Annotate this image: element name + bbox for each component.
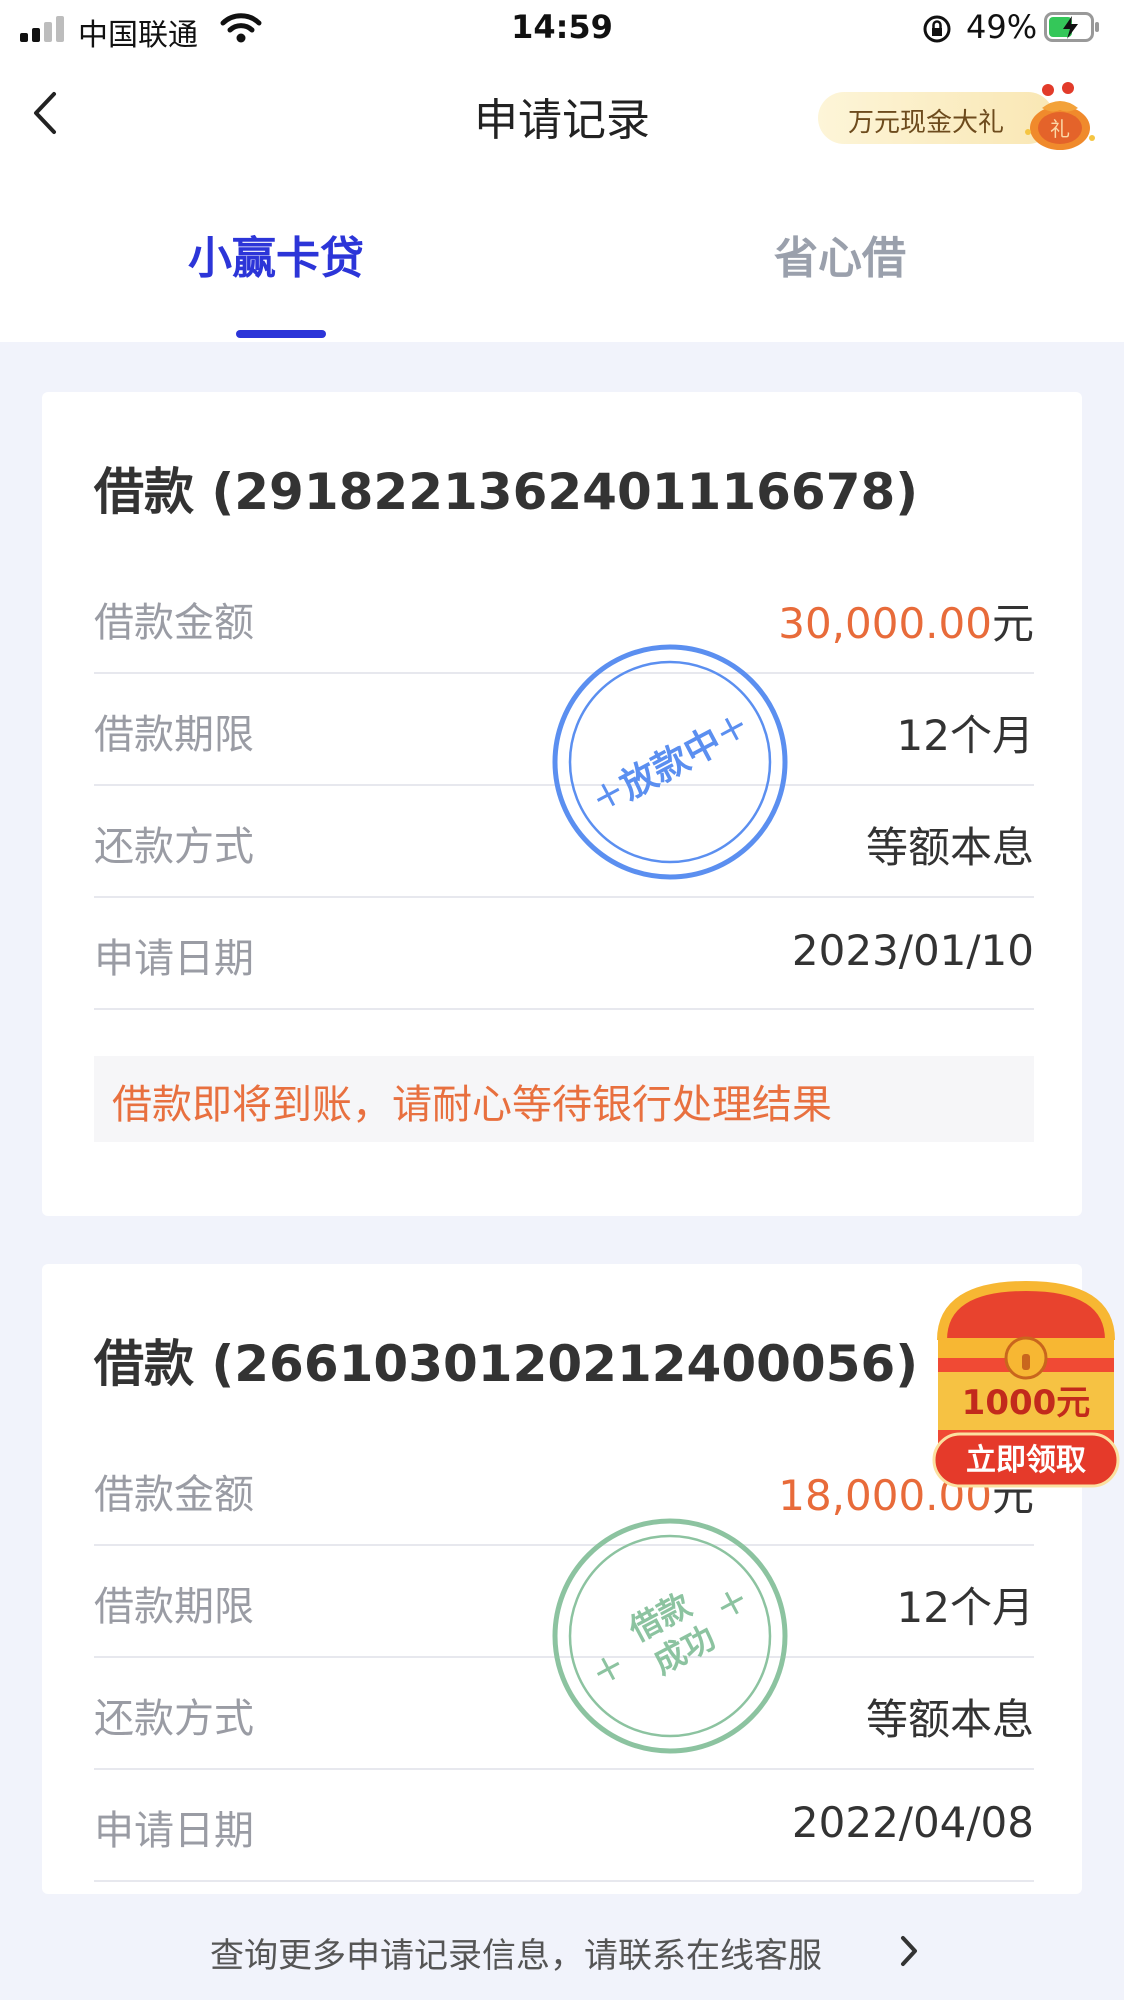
application-date-row: 申请日期 2022/04/08 <box>94 1768 1034 1882</box>
footer-text: 查询更多申请记录信息，请联系在线客服 <box>210 1936 822 1976</box>
application-date-row: 申请日期 2023/01/10 <box>94 896 1034 1010</box>
tab-shengxin-loan[interactable]: 省心借 <box>774 222 906 286</box>
application-date-label: 申请日期 <box>94 936 254 982</box>
loan-amount-value: 30,000.00元 <box>778 599 1034 648</box>
loan-record-card[interactable]: 借款 (2661030120212400056) 借款金额 18,000.00元… <box>42 1264 1082 1894</box>
repayment-method-value: 等额本息 <box>865 1695 1034 1744</box>
svg-text:放款中: 放款中 <box>614 721 729 808</box>
application-date-value: 2023/01/10 <box>791 926 1034 975</box>
gift-badge-text: 礼 <box>1050 117 1070 141</box>
repayment-method-value: 等额本息 <box>865 823 1034 872</box>
footer-contact-link[interactable]: 查询更多申请记录信息，请联系在线客服 <box>0 1894 1124 2000</box>
battery-charging-icon <box>1044 12 1099 42</box>
loan-amount-label: 借款金额 <box>94 1472 254 1518</box>
status-bar: 中国联通 14:59 49% <box>0 0 1124 60</box>
status-notice-text: 借款即将到账，请耐心等待银行处理结果 <box>112 1082 832 1128</box>
loan-term-value: 12个月 <box>896 711 1034 760</box>
loan-title: 借款 (2918221362401116678) <box>94 463 919 521</box>
status-time: 14:59 <box>511 8 613 46</box>
status-stamp-success: 借款 成功 <box>552 1518 788 1754</box>
gift-bag-icon[interactable]: 礼 <box>1016 80 1098 152</box>
treasure-chest-promo[interactable]: 1000元 立即领取 <box>928 1280 1124 1506</box>
status-stamp-disbursing: 放款中 <box>552 644 788 880</box>
repayment-method-label: 还款方式 <box>94 1696 254 1742</box>
chevron-right-icon <box>901 1936 917 1966</box>
loan-amount-label: 借款金额 <box>94 600 254 646</box>
active-tab-indicator <box>236 330 326 338</box>
promo-banner-label: 万元现金大礼 <box>848 108 1005 138</box>
loan-record-card[interactable]: 借款 (2918221362401116678) 借款金额 30,000.00元… <box>42 392 1082 1216</box>
loan-term-label: 借款期限 <box>94 712 254 758</box>
chest-claim-button[interactable]: 立即领取 <box>966 1443 1086 1478</box>
repayment-method-label: 还款方式 <box>94 824 254 870</box>
loan-term-label: 借款期限 <box>94 1584 254 1630</box>
chest-amount: 1000元 <box>962 1383 1091 1423</box>
application-date-label: 申请日期 <box>94 1808 254 1854</box>
tab-xiaoying-card-loan[interactable]: 小赢卡贷 <box>188 222 364 286</box>
loan-term-value: 12个月 <box>896 1583 1034 1632</box>
loan-title: 借款 (2661030120212400056) <box>94 1335 919 1393</box>
application-date-value: 2022/04/08 <box>791 1798 1034 1847</box>
rotation-lock-icon <box>923 15 951 43</box>
battery-percent: 49% <box>966 8 1038 46</box>
status-notice: 借款即将到账，请耐心等待银行处理结果 <box>94 1056 1034 1142</box>
